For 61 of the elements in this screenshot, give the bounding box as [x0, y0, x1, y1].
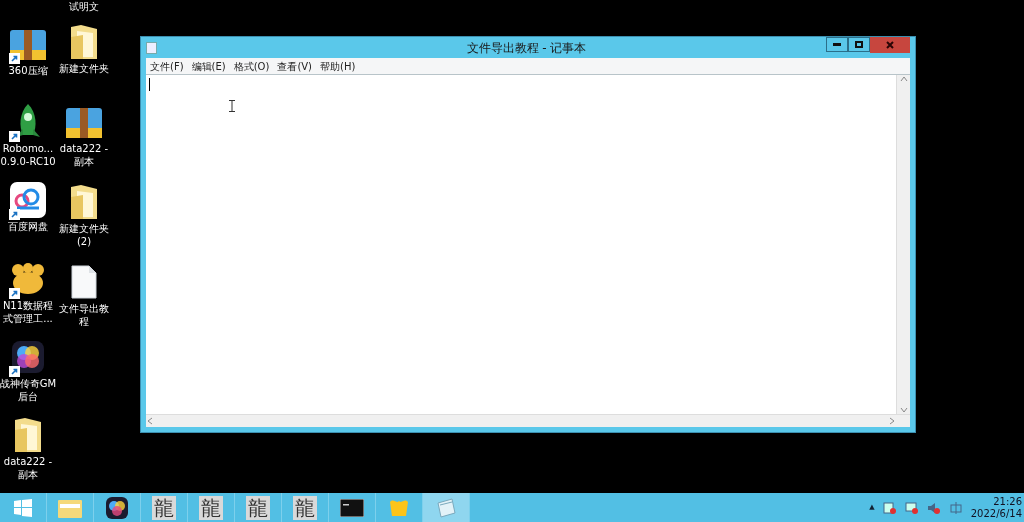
desktop-icon-label[interactable]: 360压缩 — [8, 64, 48, 77]
taskbar-button[interactable]: 龍 — [188, 493, 235, 522]
dragon-character-icon: 龍 — [293, 495, 317, 520]
desktop-icon-label[interactable]: 文件导出教 — [59, 302, 109, 315]
menu-item[interactable]: 格式(O) — [233, 58, 270, 74]
desktop-icon-label[interactable]: 后台 — [18, 389, 38, 403]
notepad-icon — [435, 496, 457, 519]
desktop-icon-label[interactable]: 式管理工... — [3, 311, 53, 325]
close-icon — [886, 41, 894, 49]
flower-icon — [10, 262, 46, 295]
desktop-icon-label[interactable]: data222 - — [3, 454, 53, 468]
app-icon — [11, 339, 45, 374]
folder-icon — [69, 183, 99, 221]
taskbar-button[interactable]: 龍 — [235, 493, 282, 522]
horizontal-scrollbar[interactable] — [146, 414, 910, 427]
vertical-scrollbar[interactable] — [896, 75, 910, 414]
windows-logo-icon — [14, 498, 32, 517]
speaker-icon[interactable] — [926, 500, 941, 515]
clock-date[interactable]: 2022/6/14 — [970, 507, 1022, 520]
close-button[interactable] — [870, 37, 910, 53]
desktop-icon-label[interactable]: 百度网盘 — [8, 220, 48, 234]
desktop-icon-label[interactable]: (2) — [76, 235, 92, 248]
taskbar-button[interactable]: 龍 — [141, 493, 188, 522]
notepad-icon — [146, 41, 157, 54]
scroll-down-icon — [899, 406, 908, 414]
action-center-icon[interactable] — [882, 500, 897, 515]
scroll-up-icon — [899, 75, 908, 83]
menu-item[interactable]: 帮助(H) — [320, 58, 356, 74]
scroll-right-icon — [888, 417, 896, 425]
taskbar-button[interactable]: 龍 — [282, 493, 329, 522]
scroll-left-icon — [146, 417, 154, 425]
dragon-character-icon: 龍 — [152, 495, 176, 520]
desktop-icon-label[interactable]: Robomo... — [2, 142, 54, 156]
text-cursor-icon — [229, 100, 235, 112]
desktop-icon-label[interactable]: 试明文 — [69, 0, 99, 13]
text-caret — [149, 78, 150, 91]
desktop-icon-label[interactable]: 副本 — [18, 467, 38, 481]
folder-icon — [69, 23, 99, 61]
network-icon[interactable] — [904, 500, 919, 515]
app-icon — [106, 496, 128, 519]
menu-item[interactable]: 查看(V) — [277, 58, 313, 74]
window-title: 文件导出教程 - 记事本 — [466, 39, 587, 57]
folder-icon — [58, 497, 82, 518]
minimize-button[interactable] — [826, 37, 848, 52]
menu-item[interactable]: 编辑(E) — [191, 58, 226, 74]
dragon-character-icon: 龍 — [199, 495, 223, 520]
desktop-icon-label[interactable]: 程 — [79, 315, 89, 328]
cloud-icon — [9, 181, 47, 220]
console-icon — [340, 498, 364, 517]
document-icon — [71, 265, 97, 299]
desktop-icon-label[interactable]: N11数据程 — [2, 298, 54, 312]
desktop-icon-label[interactable]: 新建文件夹 — [59, 62, 109, 75]
dragon-character-icon: 龍 — [246, 495, 270, 520]
desktop-icon-label[interactable]: data222 - — [59, 142, 109, 155]
menu-item[interactable]: 文件(F) — [150, 58, 184, 74]
desktop-icon-label[interactable]: 新建文件夹 — [59, 222, 109, 235]
folder-icon — [13, 415, 43, 454]
desktop-icon-label[interactable]: 副本 — [74, 155, 94, 168]
desktop-icon-label[interactable]: 0.9.0-RC10 — [0, 155, 56, 169]
clock-time[interactable]: 21:26 — [993, 495, 1022, 508]
desktop-icon-label[interactable]: 战神传奇GM — [0, 376, 57, 390]
